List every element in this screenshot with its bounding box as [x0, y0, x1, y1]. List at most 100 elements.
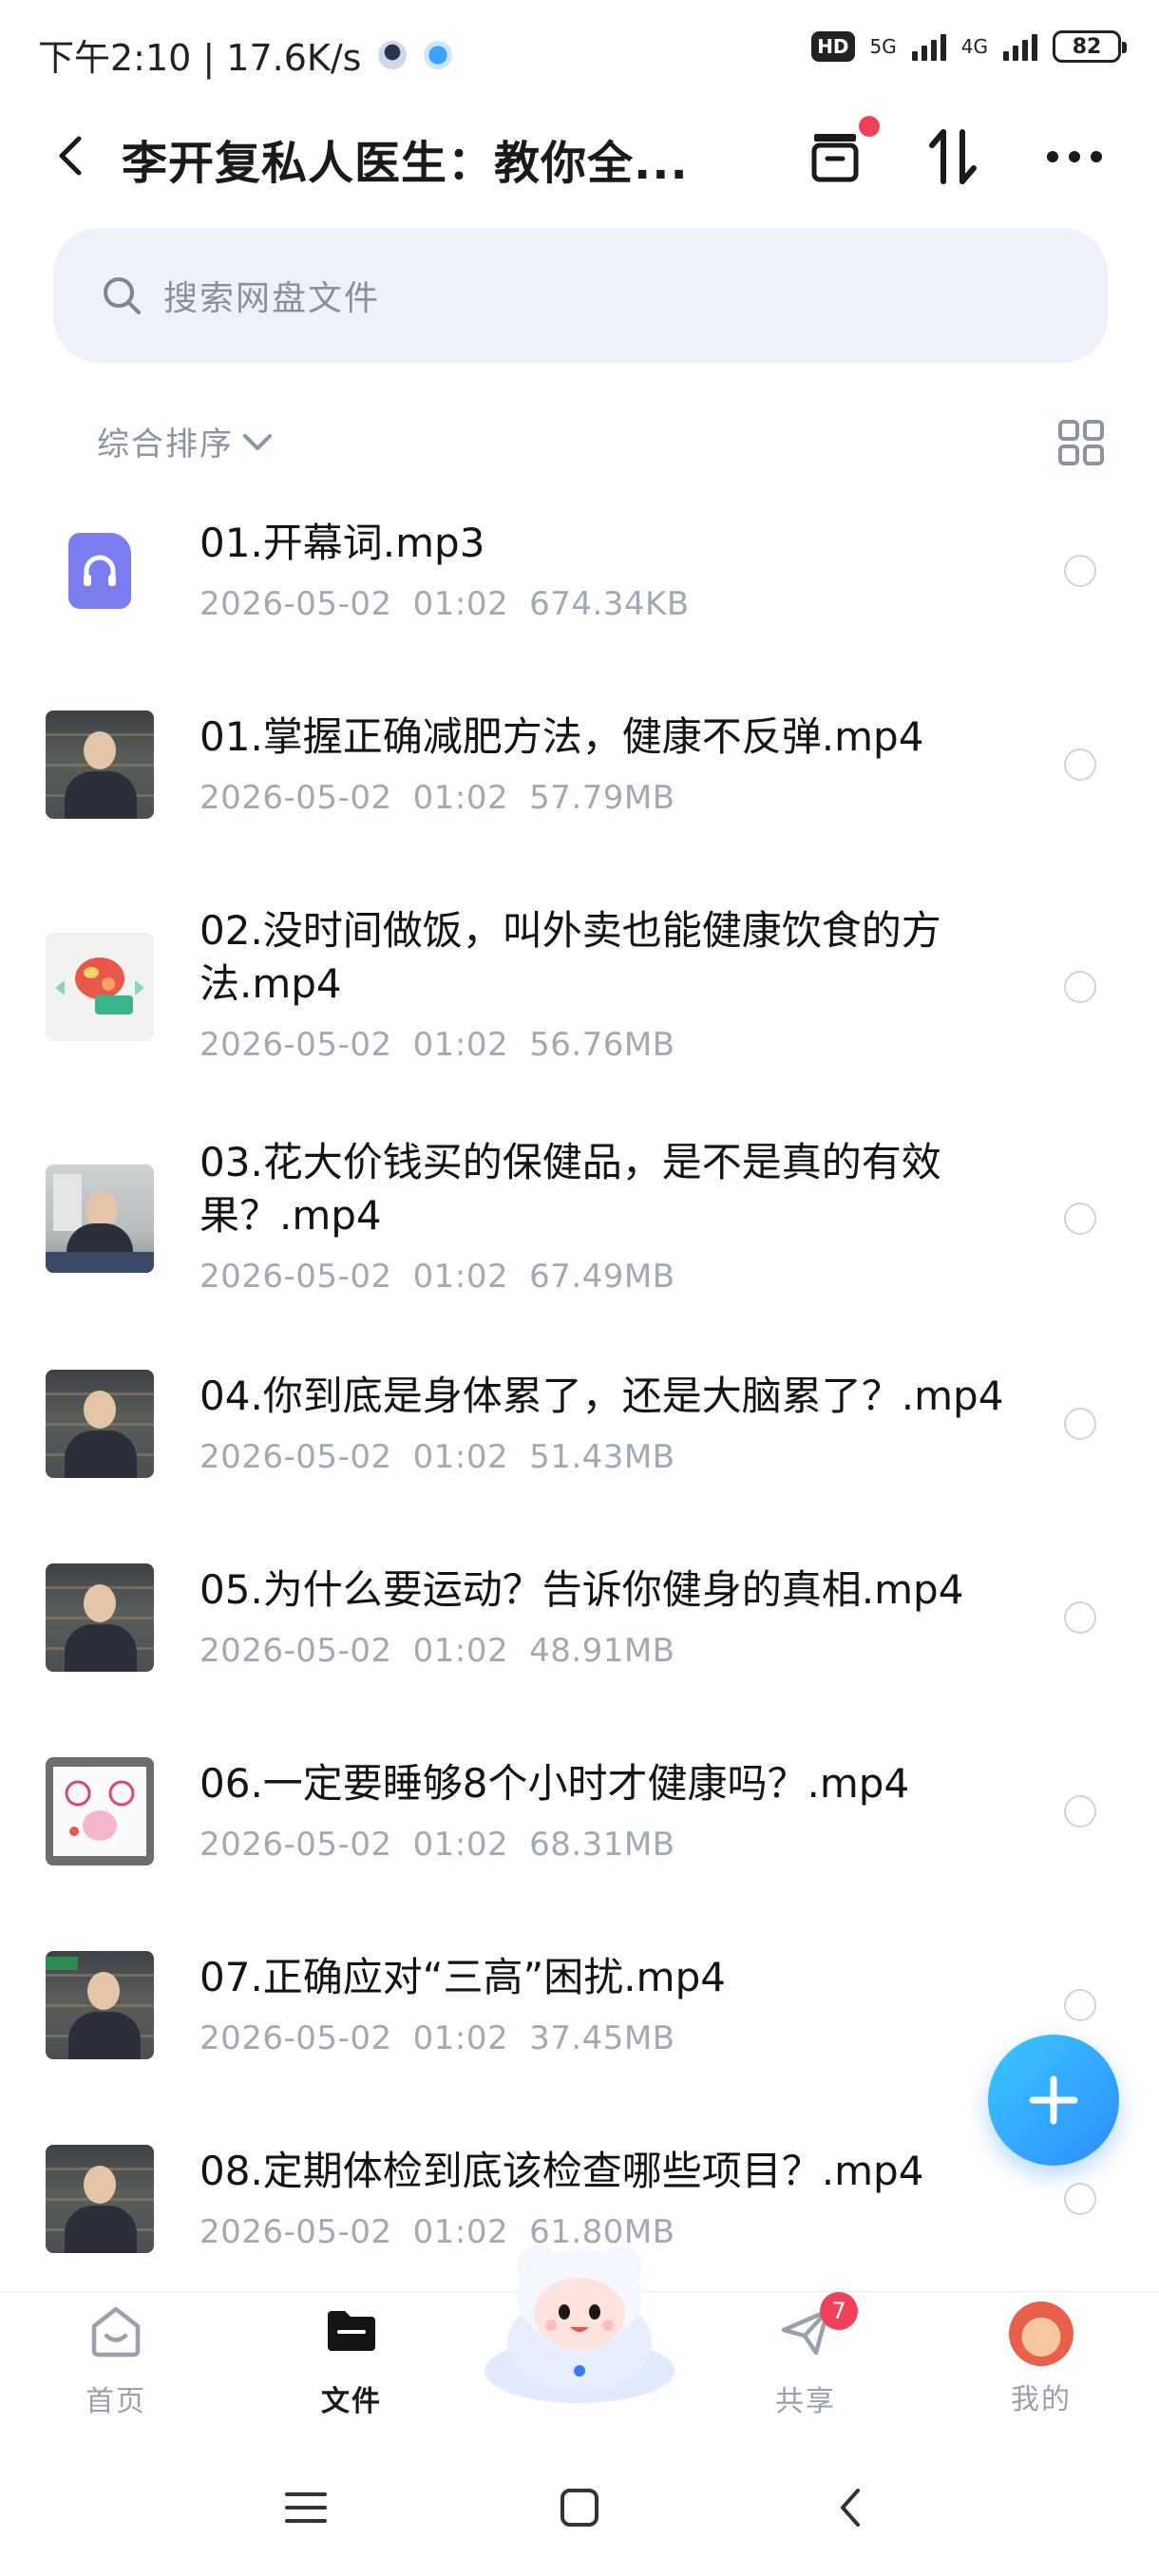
file-name: 01.掌握正确减肥方法，健康不反弹.mp4	[200, 713, 924, 760]
video-thumbnail	[46, 1757, 154, 1866]
search-input[interactable]: 搜索网盘文件	[53, 228, 1108, 363]
video-thumbnail	[46, 1951, 154, 2059]
header: 李开复私人医生：教你全...	[0, 104, 1159, 209]
video-thumbnail	[46, 710, 154, 819]
file-meta: 2026-05-02 01:02 674.34KB	[200, 585, 690, 623]
signal-icon	[911, 32, 946, 61]
grid-view-toggle[interactable]	[1056, 418, 1106, 467]
home-icon	[91, 2306, 141, 2358]
square-icon	[560, 2489, 598, 2527]
folder-icon	[328, 2311, 375, 2351]
file-size: 37.45MB	[529, 2019, 675, 2057]
battery-icon: 82	[1053, 30, 1127, 63]
sort-label: 综合排序	[97, 426, 234, 464]
nav-home-label: 首页	[86, 2385, 146, 2418]
share-badge: 7	[820, 2292, 858, 2330]
file-time: 01:02	[412, 779, 509, 817]
grid-view-icon	[1058, 420, 1104, 465]
file-date: 2026-05-02	[200, 1438, 392, 1476]
battery-level: 82	[1072, 34, 1102, 59]
file-date: 2026-05-02	[200, 2213, 392, 2251]
select-radio[interactable]	[1064, 2183, 1096, 2215]
select-radio[interactable]	[1064, 1795, 1096, 1828]
file-name: 02.没时间做饭，叫外卖也能健康饮食的方法.mp4	[200, 907, 941, 1007]
network-label-5g: 5G	[869, 35, 897, 58]
upload-notification-icon	[424, 40, 453, 69]
file-time: 01:02	[412, 1438, 509, 1476]
file-meta: 2026-05-02 01:02 37.45MB	[200, 2019, 675, 2057]
file-meta: 2026-05-02 01:02 56.76MB	[200, 1026, 675, 1064]
file-size: 56.76MB	[529, 1026, 675, 1064]
file-time: 01:02	[412, 1826, 509, 1864]
sort-button[interactable]	[918, 122, 988, 192]
page-title: 李开复私人医生：教你全...	[122, 137, 689, 190]
sort-dropdown[interactable]: 综合排序	[97, 418, 274, 464]
file-time: 01:02	[412, 2019, 509, 2057]
more-icon	[1047, 151, 1102, 162]
nav-home[interactable]: 首页	[40, 2292, 192, 2444]
search-icon	[104, 277, 141, 314]
signal-icon	[1003, 32, 1037, 61]
file-time: 01:02	[412, 1258, 509, 1296]
select-radio[interactable]	[1064, 971, 1096, 1003]
nav-files[interactable]: 文件	[276, 2292, 428, 2444]
select-radio[interactable]	[1064, 1408, 1096, 1440]
video-thumbnail	[46, 1165, 154, 1273]
headphones-icon	[68, 533, 131, 609]
sort-arrows-icon	[929, 129, 977, 184]
chevron-down-icon	[243, 433, 272, 450]
app-notification-icon	[378, 40, 408, 69]
file-meta: 2026-05-02 01:02 51.43MB	[200, 1438, 675, 1476]
file-time: 01:02	[412, 1632, 509, 1670]
assistant-mascot-button[interactable]	[475, 2228, 684, 2409]
select-radio[interactable]	[1064, 1601, 1096, 1634]
file-name: 08.定期体检到底该检查哪些项目？.mp4	[200, 2148, 924, 2194]
file-name: 07.正确应对“三高”困扰.mp4	[200, 1954, 726, 2000]
status-left: 下午2:10 | 17.6K/s	[38, 28, 453, 81]
file-meta: 2026-05-02 01:02 67.49MB	[200, 1258, 675, 1296]
file-size: 67.49MB	[529, 1258, 675, 1296]
nav-share[interactable]: 7 共享	[730, 2292, 882, 2444]
add-button[interactable]	[988, 2035, 1119, 2166]
system-back-button[interactable]	[823, 2479, 880, 2536]
file-date: 2026-05-02	[200, 1826, 392, 1864]
file-date: 2026-05-02	[200, 2019, 392, 2057]
back-button[interactable]	[42, 127, 99, 184]
file-time: 01:02	[412, 1026, 509, 1064]
file-name: 04.你到底是身体累了，还是大脑累了？.mp4	[200, 1373, 1004, 1419]
network-label-4g: 4G	[960, 35, 988, 58]
status-time-speed: 下午2:10 | 17.6K/s	[38, 37, 362, 79]
video-thumbnail	[46, 1563, 154, 1672]
file-date: 2026-05-02	[200, 1632, 392, 1670]
system-home-button[interactable]	[551, 2479, 608, 2536]
file-name: 05.为什么要运动？告诉你健身的真相.mp4	[200, 1566, 964, 1613]
nav-me[interactable]: 我的	[965, 2292, 1117, 2444]
menu-icon	[285, 2492, 327, 2523]
status-bar: 下午2:10 | 17.6K/s HD 5G 4G 82	[0, 0, 1159, 104]
archive-icon	[811, 134, 859, 182]
video-thumbnail	[46, 1370, 154, 1478]
file-size: 57.79MB	[529, 779, 675, 817]
file-name: 06.一定要睡够8个小时才健康吗？.mp4	[200, 1760, 910, 1807]
video-thumbnail	[46, 2145, 154, 2253]
file-meta: 2026-05-02 01:02 48.91MB	[200, 1632, 675, 1670]
archive-button[interactable]	[800, 116, 880, 192]
select-radio[interactable]	[1064, 555, 1096, 587]
chevron-left-icon	[841, 2489, 860, 2527]
select-radio[interactable]	[1064, 748, 1096, 781]
select-radio[interactable]	[1064, 1989, 1096, 2021]
file-date: 2026-05-02	[200, 1026, 392, 1064]
nav-files-label: 文件	[321, 2385, 382, 2418]
search-placeholder: 搜索网盘文件	[163, 279, 381, 318]
file-meta: 2026-05-02 01:02 68.31MB	[200, 1826, 675, 1864]
file-date: 2026-05-02	[200, 779, 392, 817]
notification-dot	[859, 116, 880, 137]
status-right: HD 5G 4G 82	[811, 30, 1127, 63]
more-button[interactable]	[1039, 122, 1110, 192]
nav-me-label: 我的	[1011, 2383, 1072, 2416]
file-size: 674.34KB	[529, 585, 690, 623]
mascot-icon	[484, 2245, 674, 2403]
select-radio[interactable]	[1064, 1203, 1096, 1235]
video-thumbnail	[46, 933, 154, 1041]
system-menu-button[interactable]	[277, 2479, 334, 2536]
